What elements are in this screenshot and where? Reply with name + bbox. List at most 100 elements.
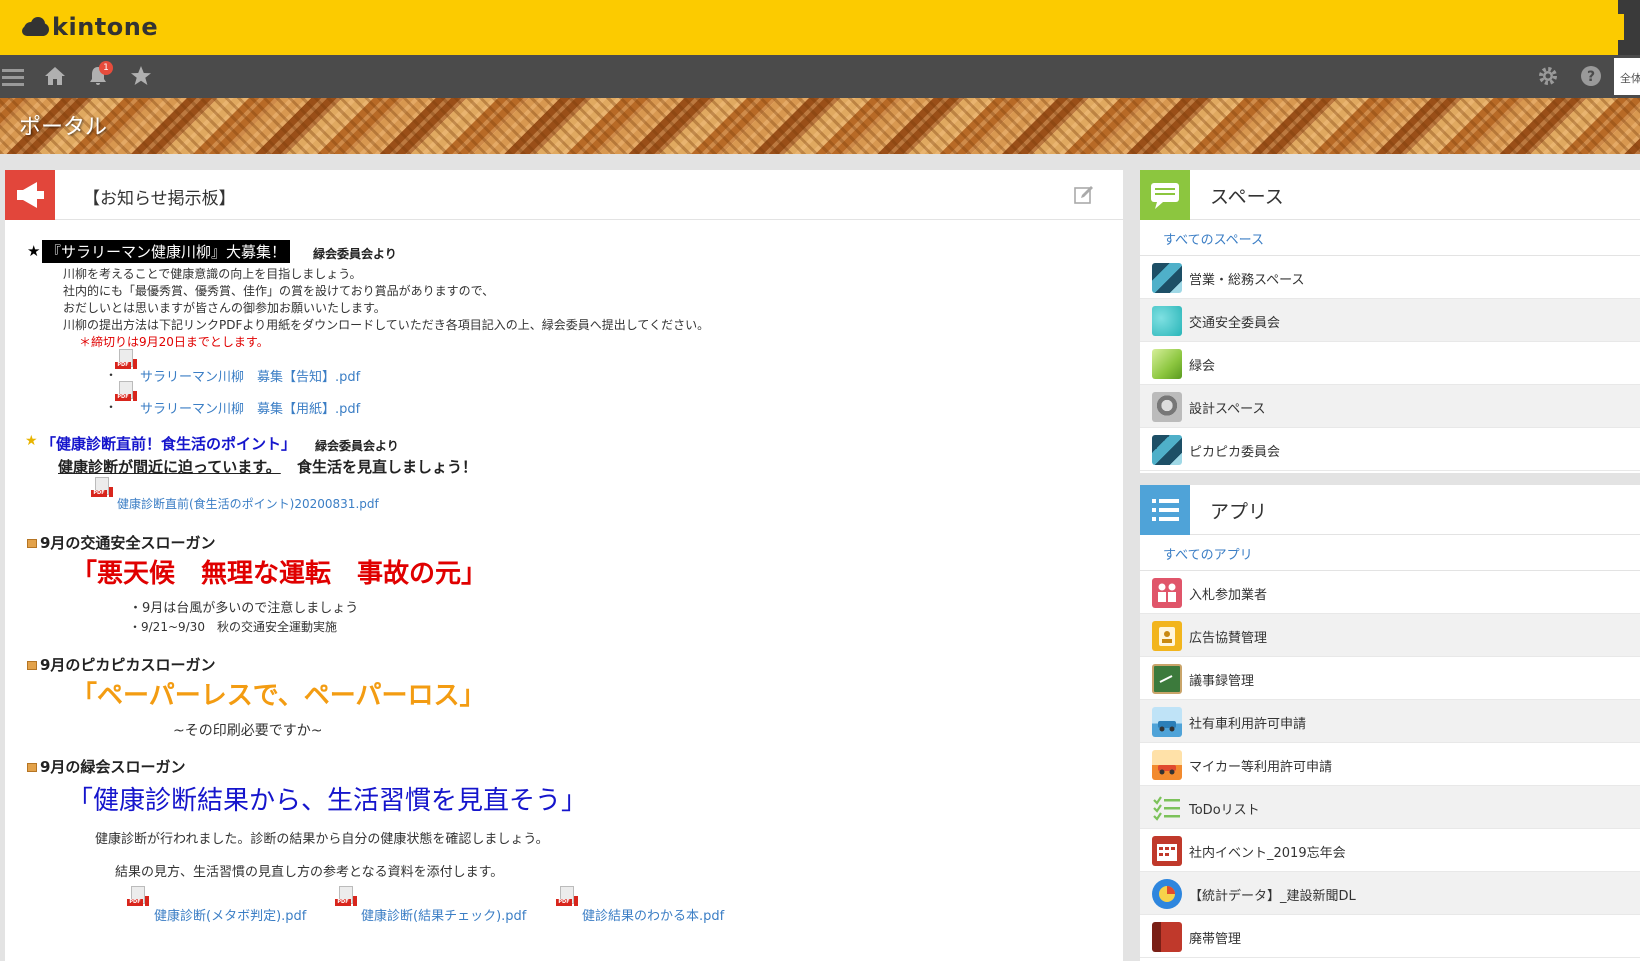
help-icon[interactable]: ? bbox=[1578, 63, 1604, 89]
app-item[interactable]: 広告協賛管理 bbox=[1140, 614, 1640, 657]
checklist-icon bbox=[1152, 793, 1182, 823]
global-nav: 1 ? 全体 bbox=[0, 55, 1640, 98]
notice-board-header: 【お知らせ掲示板】 bbox=[5, 170, 1123, 220]
logo-cloud-icon bbox=[22, 16, 50, 38]
post3-heading-text: 9月の交通安全スローガン bbox=[40, 534, 216, 552]
post3-bullet: ・9/21~9/30 秋の交通安全運動実施 bbox=[129, 620, 337, 634]
pdf-icon: PDF bbox=[115, 349, 137, 371]
post4-heading: 9月のピカピカスローガン bbox=[27, 654, 215, 675]
post5-line: 健康診断が行われました。診断の結果から自分の健康状態を確認しましょう。 bbox=[95, 832, 549, 847]
post2-headline: 「健康診断直前！食生活のポイント」 bbox=[41, 435, 297, 453]
settings-gear-icon[interactable] bbox=[1535, 63, 1561, 89]
panel-divider bbox=[1140, 473, 1640, 485]
app-label: 【統計データ】_建設新聞DL bbox=[1189, 889, 1356, 904]
app-label: 広告協賛管理 bbox=[1189, 631, 1268, 646]
star-mark: ★ bbox=[27, 242, 41, 260]
space-item[interactable]: 緑会 bbox=[1140, 342, 1640, 385]
post5-line: 結果の見方、生活習慣の見直し方の参考となる資料を添付します。 bbox=[115, 865, 504, 880]
post5-slogan: 「健康診断結果から、生活習慣を見直そう」 bbox=[67, 786, 588, 816]
space-item[interactable]: 交通安全委員会 bbox=[1140, 299, 1640, 342]
space-thumbnail bbox=[1152, 349, 1182, 379]
pdf-icon: PDF bbox=[127, 886, 149, 908]
app-label: 議事録管理 bbox=[1189, 674, 1255, 689]
space-thumbnail bbox=[1152, 435, 1182, 465]
menu-icon[interactable] bbox=[2, 63, 24, 89]
notification-bell-icon[interactable]: 1 bbox=[85, 61, 113, 89]
post4-slogan: 「ペーパーレスで、ペーパーロス」 bbox=[71, 681, 486, 711]
user-menu-edge[interactable] bbox=[1618, 0, 1640, 55]
space-thumbnail bbox=[1152, 306, 1182, 336]
app-label: ToDoリスト bbox=[1189, 803, 1260, 818]
post2-sub-underlined: 健康診断が間近に迫っています。 bbox=[58, 458, 281, 476]
spaces-header: スペース bbox=[1140, 170, 1640, 220]
app-item[interactable]: 廃帯管理 bbox=[1140, 915, 1640, 958]
app-item[interactable]: 【統計データ】_建設新聞DL bbox=[1140, 872, 1640, 915]
post2-from: 緑会委員会より bbox=[315, 439, 399, 453]
slogan-icon bbox=[27, 763, 37, 772]
app-item[interactable]: 議事録管理 bbox=[1140, 657, 1640, 700]
space-label: 営業・総務スペース bbox=[1189, 273, 1305, 288]
post5-heading: 9月の緑会スローガン bbox=[27, 756, 185, 777]
app-item[interactable]: 社内イベント_2019忘年会 bbox=[1140, 829, 1640, 872]
post1-from: 緑会委員会より bbox=[313, 247, 397, 261]
logo-text: kintone bbox=[52, 13, 159, 41]
space-item[interactable]: ピカピカ委員会 bbox=[1140, 428, 1640, 471]
pdf-icon: PDF bbox=[556, 886, 578, 908]
app-item[interactable]: ToDoリスト bbox=[1140, 786, 1640, 829]
all-apps-link[interactable]: すべてのアプリ bbox=[1140, 535, 1640, 571]
spaces-title: スペース bbox=[1210, 186, 1284, 208]
space-item[interactable]: 設計スペース bbox=[1140, 385, 1640, 428]
post5-heading-text: 9月の緑会スローガン bbox=[40, 758, 186, 776]
post3-bullet: ・9月は台風が多いので注意しましょう bbox=[129, 601, 359, 616]
app-label: マイカー等利用許可申請 bbox=[1189, 760, 1333, 775]
gold-star-icon: ★ bbox=[25, 433, 38, 449]
space-thumbnail bbox=[1152, 392, 1182, 422]
svg-text:?: ? bbox=[1587, 69, 1595, 85]
top-bar: kintone bbox=[0, 0, 1640, 55]
home-icon[interactable] bbox=[42, 63, 68, 89]
pdf-link[interactable]: 健診結果のわかる本.pdf bbox=[582, 905, 724, 924]
space-label: 設計スペース bbox=[1189, 402, 1266, 417]
slogan-icon bbox=[27, 539, 37, 548]
edit-icon[interactable] bbox=[1073, 184, 1095, 206]
all-spaces-link[interactable]: すべてのスペース bbox=[1140, 220, 1640, 256]
chat-bubble-icon bbox=[1140, 170, 1190, 220]
calendar-icon bbox=[1152, 836, 1182, 866]
notice-board-panel: 【お知らせ掲示板】 ★ 『サラリーマン健康川柳』大募集！ 緑会委員会より 川柳を… bbox=[5, 170, 1123, 961]
list-icon bbox=[1140, 485, 1190, 535]
app-label: 廃帯管理 bbox=[1189, 932, 1242, 947]
post1-headline: 『サラリーマン健康川柳』大募集！ bbox=[42, 240, 291, 263]
app-item[interactable]: 社有車利用許可申請 bbox=[1140, 700, 1640, 743]
pdf-icon: PDF bbox=[115, 381, 137, 403]
apps-header: アプリ bbox=[1140, 485, 1640, 535]
pdf-link[interactable]: サラリーマン川柳 募集【告知】.pdf bbox=[140, 366, 360, 385]
favorites-star-icon[interactable] bbox=[128, 63, 154, 89]
post1-deadline: ＊締切りは9月20日までとします。 bbox=[79, 335, 269, 349]
post2-sub: 食生活を見直しましょう！ bbox=[297, 458, 478, 476]
kintone-logo[interactable]: kintone bbox=[22, 12, 158, 42]
spaces-panel: スペース すべてのスペース 営業・総務スペース 交通安全委員会 緑会 設計スペー… bbox=[1140, 170, 1640, 473]
space-label: 交通安全委員会 bbox=[1189, 316, 1281, 331]
space-label: ピカピカ委員会 bbox=[1189, 445, 1281, 460]
portal-banner: ポータル bbox=[0, 98, 1640, 154]
app-item[interactable]: マイカー等利用許可申請 bbox=[1140, 743, 1640, 786]
post3-heading: 9月の交通安全スローガン bbox=[27, 532, 215, 553]
pdf-link[interactable]: 健康診断(結果チェック).pdf bbox=[361, 905, 526, 924]
notice-board-title: 【お知らせ掲示板】 bbox=[83, 189, 236, 209]
apps-panel: アプリ すべてのアプリ 入札参加業者 広告協賛管理 議事録管理 社有車利用許可申… bbox=[1140, 485, 1640, 961]
post4-sub: ~その印刷必要ですか~ bbox=[173, 723, 323, 739]
pdf-link[interactable]: 健康診断(メタボ判定).pdf bbox=[154, 905, 306, 924]
app-item[interactable]: 入札参加業者 bbox=[1140, 571, 1640, 614]
notification-badge: 1 bbox=[99, 61, 113, 75]
pdf-link[interactable]: 健康診断直前(食生活のポイント)20200831.pdf bbox=[117, 495, 379, 512]
pie-chart-icon bbox=[1152, 879, 1182, 909]
app-label: 入札参加業者 bbox=[1189, 588, 1268, 603]
post1-line: おだしいとは思いますが皆さんの御参加お願いいたします。 bbox=[63, 301, 386, 315]
pdf-icon: PDF bbox=[335, 886, 357, 908]
space-item[interactable]: 営業・総務スペース bbox=[1140, 256, 1640, 299]
post4-heading-text: 9月のピカピカスローガン bbox=[40, 656, 216, 674]
pdf-icon: PDF bbox=[91, 477, 113, 499]
post1-line: 川柳を考えることで健康意識の向上を目指しましょう。 bbox=[63, 267, 362, 281]
pdf-link[interactable]: サラリーマン川柳 募集【用紙】.pdf bbox=[140, 398, 360, 417]
search-input[interactable]: 全体 bbox=[1614, 58, 1640, 95]
